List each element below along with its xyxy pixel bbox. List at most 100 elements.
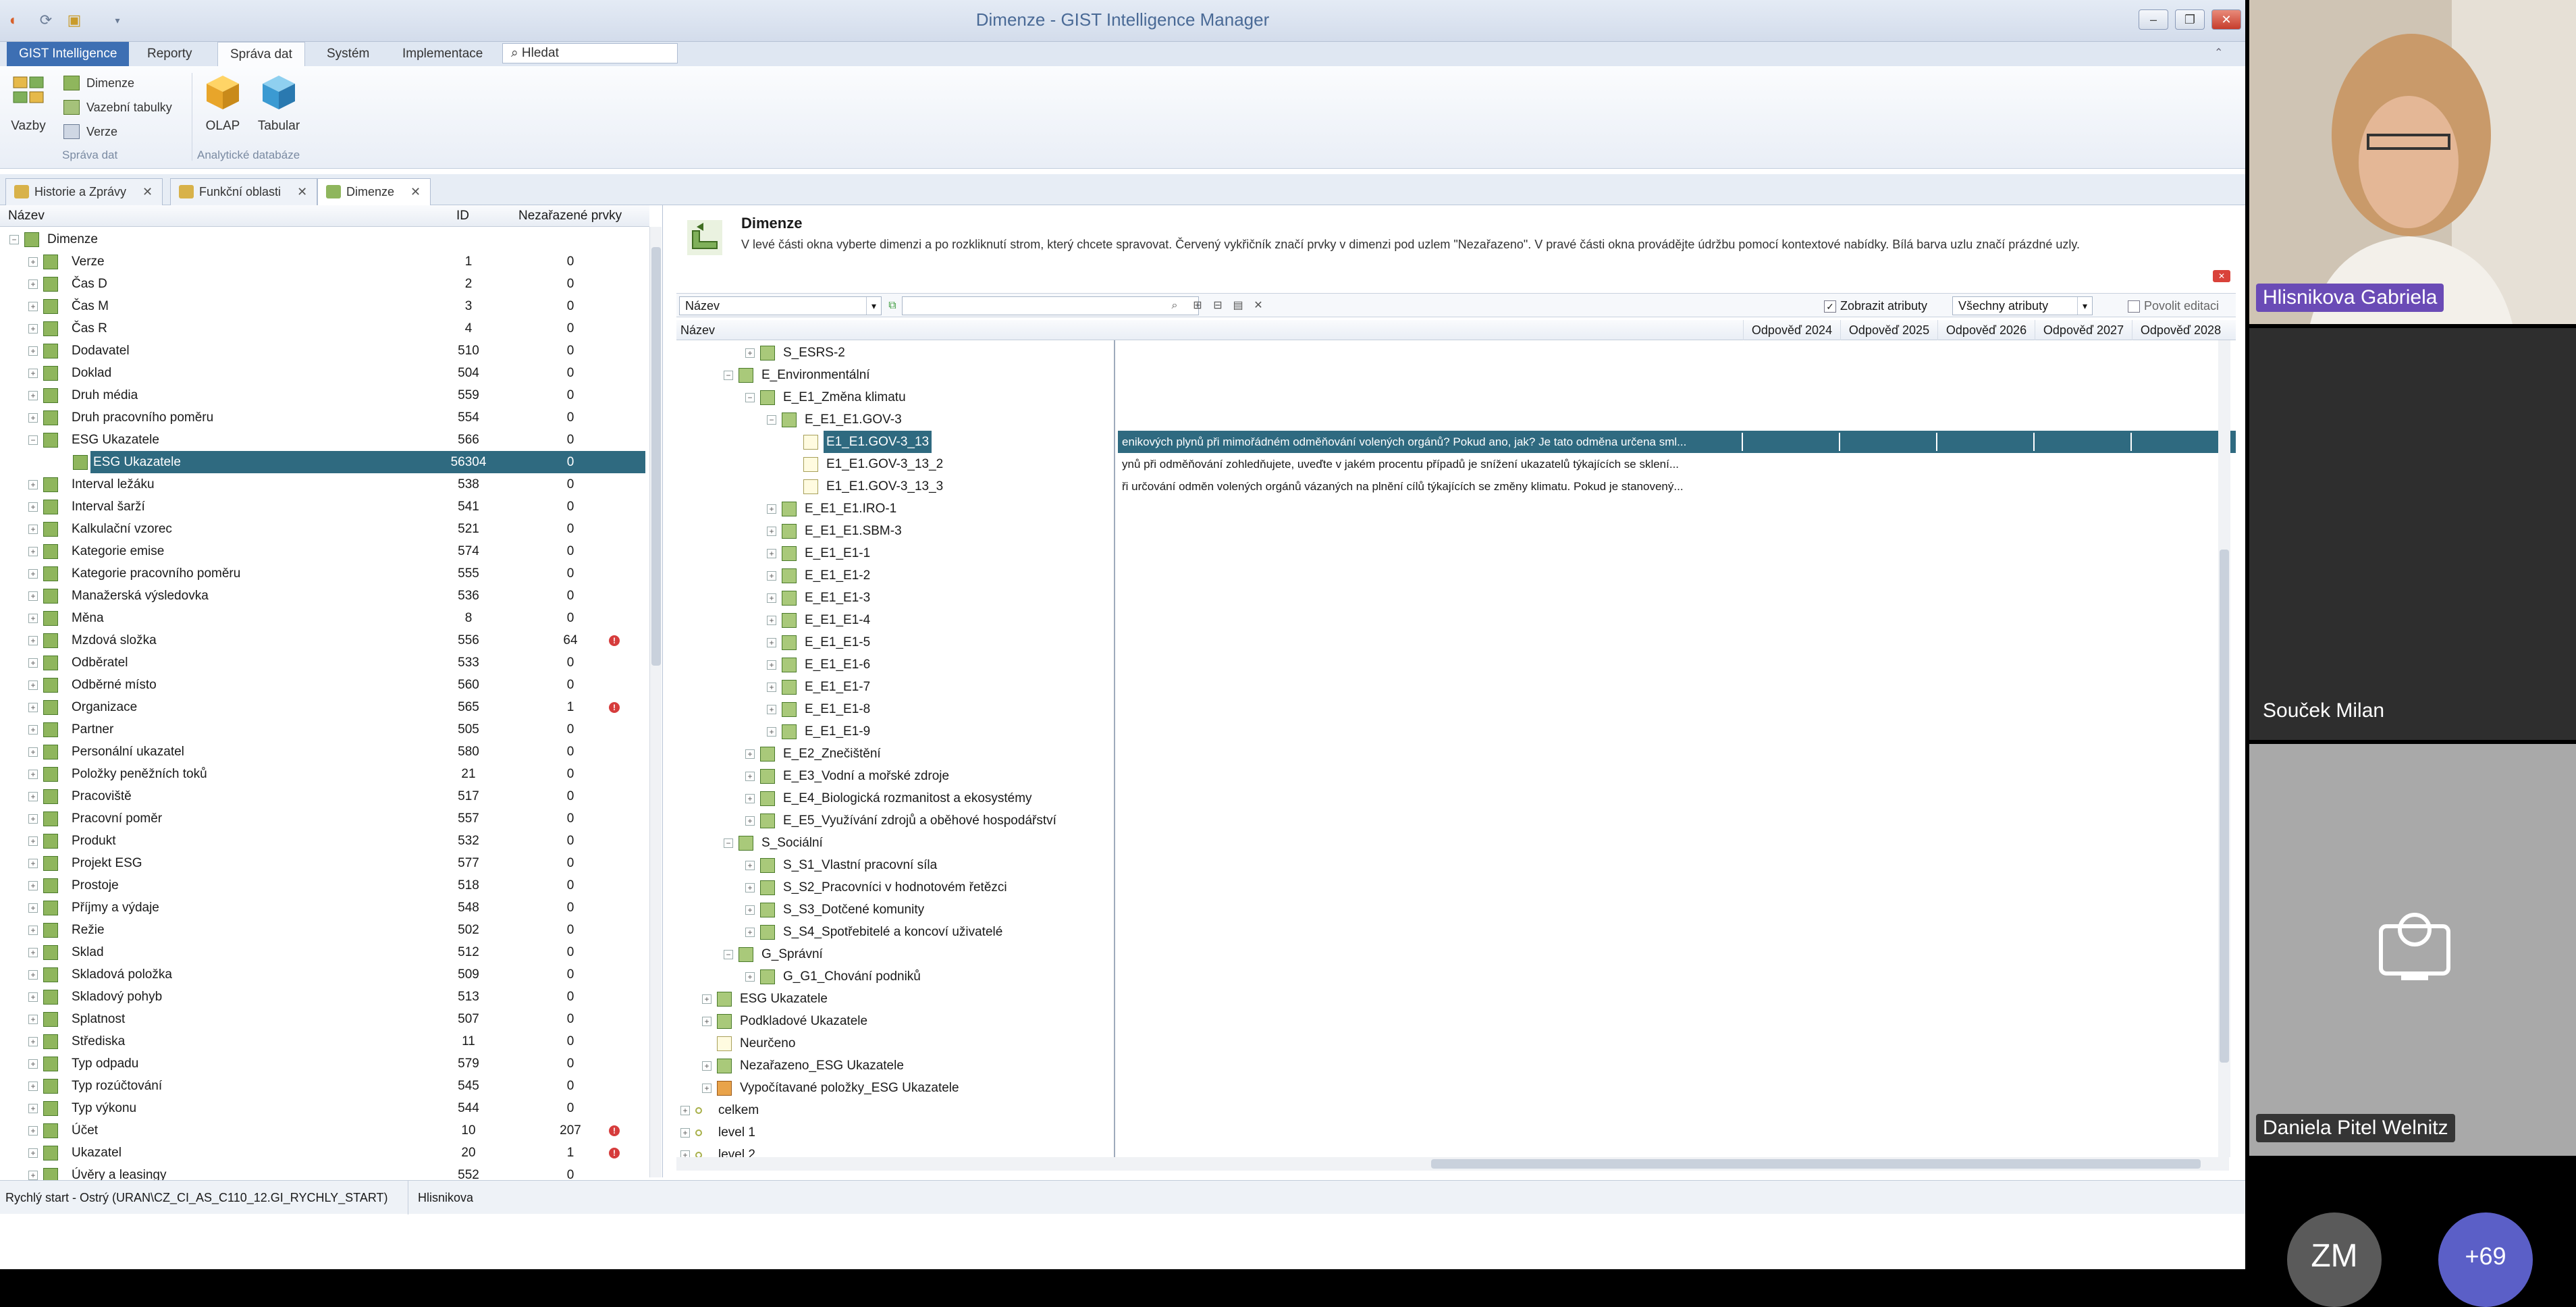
expand-toggle-icon[interactable]: + — [28, 770, 38, 779]
expand-toggle-icon[interactable]: + — [702, 1017, 712, 1026]
tabular-button[interactable]: Tabular — [255, 73, 302, 134]
tree-horizontal-scrollbar[interactable] — [676, 1157, 2229, 1171]
dimension-row[interactable]: + Organizace 565 1! — [0, 696, 649, 718]
expand-toggle-icon[interactable]: + — [767, 504, 776, 514]
expand-toggle-icon[interactable]: + — [767, 683, 776, 692]
expand-toggle-icon[interactable]: + — [767, 549, 776, 558]
col-odpoved-2028[interactable]: Odpověď 2028 — [2132, 320, 2229, 340]
dimension-row[interactable]: + Sklad 512 0 — [0, 941, 649, 963]
tree-row[interactable]: + celkem — [676, 1099, 2236, 1121]
expand-toggle-icon[interactable]: + — [28, 703, 38, 712]
dimension-row[interactable]: + Mzdová složka 556 64! — [0, 629, 649, 651]
col-name[interactable]: Název — [8, 205, 45, 227]
tree-row[interactable]: E1_E1.GOV-3_13_2 ynů při odměňování zohle… — [676, 453, 2236, 475]
expand-toggle-icon[interactable]: + — [745, 749, 755, 759]
tree-row[interactable]: + E_E4_Biologická rozmanitost a ekosystém… — [676, 787, 2236, 809]
expand-toggle-icon[interactable]: + — [745, 794, 755, 803]
expand-toggle-icon[interactable]: − — [724, 838, 733, 848]
expand-toggle-icon[interactable]: + — [28, 302, 38, 311]
tree-row[interactable]: + E_E1_E1-8 — [676, 698, 2236, 720]
tree-row[interactable]: + Vypočítavané položky_ESG Ukazatele — [676, 1077, 2236, 1099]
tree-row[interactable]: E1_E1.GOV-3_13 enikových plynů při mimořá… — [676, 431, 2236, 453]
expand-toggle-icon[interactable]: + — [702, 994, 712, 1004]
dimension-row[interactable]: + Režie 502 0 — [0, 919, 649, 941]
close-help-icon[interactable]: ✕ — [2213, 270, 2230, 282]
tree-row[interactable]: − G_Správní — [676, 943, 2236, 965]
col-odpoved-2027[interactable]: Odpověď 2027 — [2035, 320, 2132, 340]
tree-row[interactable]: + E_E1_E1-3 — [676, 587, 2236, 609]
expand-toggle-icon[interactable]: + — [745, 816, 755, 826]
col-nazev[interactable]: Název — [680, 320, 715, 340]
expand-toggle-icon[interactable]: + — [28, 279, 38, 289]
expand-toggle-icon[interactable]: + — [28, 1037, 38, 1046]
expand-toggle-icon[interactable]: + — [745, 861, 755, 870]
tree-row[interactable]: + S_ESRS-2 — [676, 342, 2236, 364]
filter-input[interactable] — [902, 296, 1199, 315]
dimension-row[interactable]: + Typ odpadu 579 0 — [0, 1052, 649, 1075]
expand-toggle-icon[interactable]: + — [28, 413, 38, 423]
expand-toggle-icon[interactable]: + — [745, 883, 755, 892]
expand-toggle-icon[interactable]: + — [28, 324, 38, 334]
tree-row[interactable]: + G_G1_Chování podniků — [676, 965, 2236, 988]
dimension-row[interactable]: + Skladová položka 509 0 — [0, 963, 649, 986]
close-tab-icon[interactable]: ✕ — [410, 185, 421, 198]
dimension-row[interactable]: + Interval ležáku 538 0 — [0, 473, 649, 496]
columns-icon[interactable]: ▤ — [1230, 298, 1246, 314]
expand-toggle-icon[interactable]: − — [724, 371, 733, 380]
expand-toggle-icon[interactable]: + — [28, 681, 38, 690]
expand-toggle-icon[interactable]: + — [745, 348, 755, 358]
expand-toggle-icon[interactable]: + — [28, 814, 38, 824]
expand-toggle-icon[interactable]: + — [28, 369, 38, 378]
dimension-row[interactable]: + Pracovní poměr 557 0 — [0, 807, 649, 830]
col-odpoved-2026[interactable]: Odpověď 2026 — [1937, 320, 2035, 340]
tab-implementace[interactable]: Implementace — [390, 42, 495, 66]
more-participants-badge[interactable]: +69 — [2438, 1212, 2533, 1307]
expand-toggle-icon[interactable]: − — [28, 435, 38, 445]
expand-toggle-icon[interactable]: + — [28, 881, 38, 890]
left-scroll-thumb[interactable] — [651, 247, 661, 666]
vazby-button[interactable]: Vazby — [9, 74, 47, 134]
tree-row[interactable]: + E_E5_Využívání zdrojů a oběhové hospodá… — [676, 809, 2236, 832]
collapse-all-icon[interactable]: ⊟ — [1210, 298, 1226, 314]
video-tile-daniela[interactable]: Daniela Pitel Welnitz — [2249, 744, 2576, 1156]
close-button[interactable]: ✕ — [2211, 9, 2241, 30]
tree-row[interactable]: + level 1 — [676, 1121, 2236, 1144]
minimize-button[interactable]: – — [2139, 9, 2168, 30]
col-unassigned[interactable]: Nezařazené prvky — [518, 205, 622, 227]
expand-toggle-icon[interactable]: + — [28, 926, 38, 935]
dimension-row[interactable]: + Dodavatel 510 0 — [0, 340, 649, 362]
search-icon[interactable]: ⌕ — [1166, 298, 1183, 314]
vazebni-tabulky-button[interactable]: Vazební tabulky — [63, 97, 172, 117]
dimension-row[interactable]: + Čas D 2 0 — [0, 273, 649, 295]
expand-toggle-icon[interactable]: + — [28, 525, 38, 534]
olap-button[interactable]: OLAP — [201, 73, 244, 134]
video-tile-speaker[interactable]: Hlisnikova Gabriela — [2249, 0, 2576, 324]
tree-row[interactable]: + E_E1_E1.IRO-1 — [676, 498, 2236, 520]
expand-toggle-icon[interactable]: + — [28, 970, 38, 980]
dimension-row[interactable]: ESG Ukazatele 56304 0 — [0, 451, 649, 473]
dimension-row[interactable]: + Produkt 532 0 — [0, 830, 649, 852]
expand-toggle-icon[interactable]: + — [767, 593, 776, 603]
expand-toggle-icon[interactable]: + — [745, 928, 755, 937]
clear-filter-icon[interactable]: ✕ — [1250, 298, 1266, 314]
dimension-row[interactable]: − ESG Ukazatele 566 0 — [0, 429, 649, 451]
tree-row[interactable]: + E_E1_E1-4 — [676, 609, 2236, 631]
dimension-row[interactable]: + Kategorie emise 574 0 — [0, 540, 649, 562]
dimension-row[interactable]: + Skladový pohyb 513 0 — [0, 986, 649, 1008]
dimension-row[interactable]: + Manažerská výsledovka 536 0 — [0, 585, 649, 607]
tree-row[interactable]: + S_S4_Spotřebitelé a koncoví uživatelé — [676, 921, 2236, 943]
expand-toggle-icon[interactable]: − — [724, 950, 733, 959]
dimension-row[interactable]: + Čas M 3 0 — [0, 295, 649, 317]
search-input[interactable]: ⌕ Hledat — [502, 43, 678, 63]
dimenze-button[interactable]: Dimenze — [63, 73, 134, 93]
dimension-row[interactable]: + Čas R 4 0 — [0, 317, 649, 340]
dimension-row[interactable]: + Příjmy a výdaje 548 0 — [0, 897, 649, 919]
expand-toggle-icon[interactable]: + — [28, 747, 38, 757]
tab-sprava-dat[interactable]: Správa dat — [217, 42, 305, 66]
tab-reporty[interactable]: Reporty — [135, 42, 205, 66]
expand-toggle-icon[interactable]: + — [28, 1015, 38, 1024]
expand-toggle-icon[interactable]: + — [680, 1128, 690, 1138]
show-attributes-checkbox[interactable]: ✓ Zobrazit atributy — [1824, 296, 1927, 315]
dimension-row[interactable]: + Odběrné místo 560 0 — [0, 674, 649, 696]
expand-toggle-icon[interactable]: + — [702, 1084, 712, 1093]
